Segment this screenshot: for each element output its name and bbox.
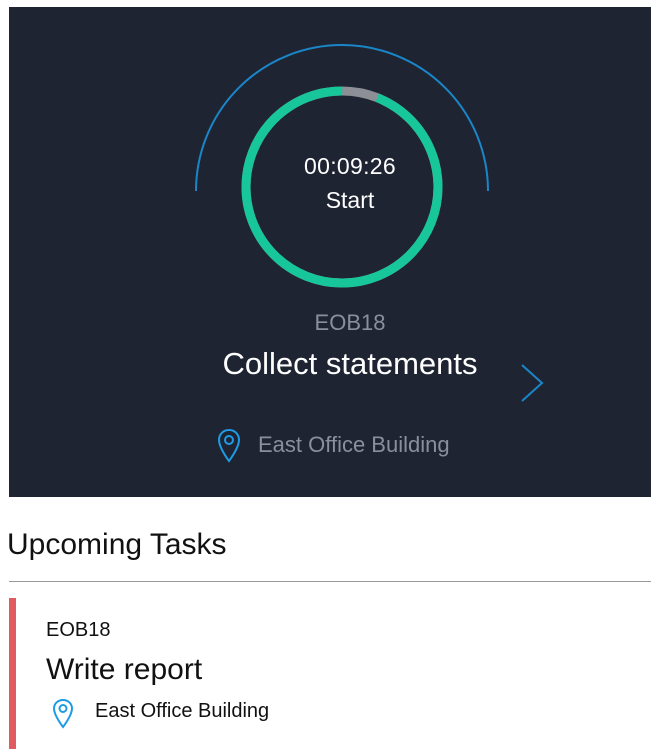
active-task-panel: 00:09:26 Start EOB18 Collect statements …	[9, 7, 651, 497]
active-task-code: EOB18	[314, 310, 386, 335]
upcoming-tasks-heading: Upcoming Tasks	[7, 528, 227, 561]
timer-graphic	[195, 44, 489, 288]
upcoming-task-item[interactable]: EOB18 Write report East Office Building	[9, 598, 651, 749]
chevron-right-icon[interactable]	[516, 361, 546, 405]
task-title: Write report	[46, 653, 203, 686]
app-screen: 00:09:26 Start EOB18 Collect statements …	[0, 0, 651, 749]
map-pin-icon	[52, 698, 74, 729]
section-divider	[9, 581, 651, 582]
active-task-location: East Office Building	[258, 432, 450, 457]
start-button[interactable]: Start	[292, 183, 408, 217]
priority-indicator	[9, 598, 16, 749]
timer-display: 00:09:26	[304, 153, 396, 179]
map-pin-icon	[217, 428, 241, 463]
task-code: EOB18	[46, 619, 111, 641]
task-location: East Office Building	[95, 700, 270, 722]
